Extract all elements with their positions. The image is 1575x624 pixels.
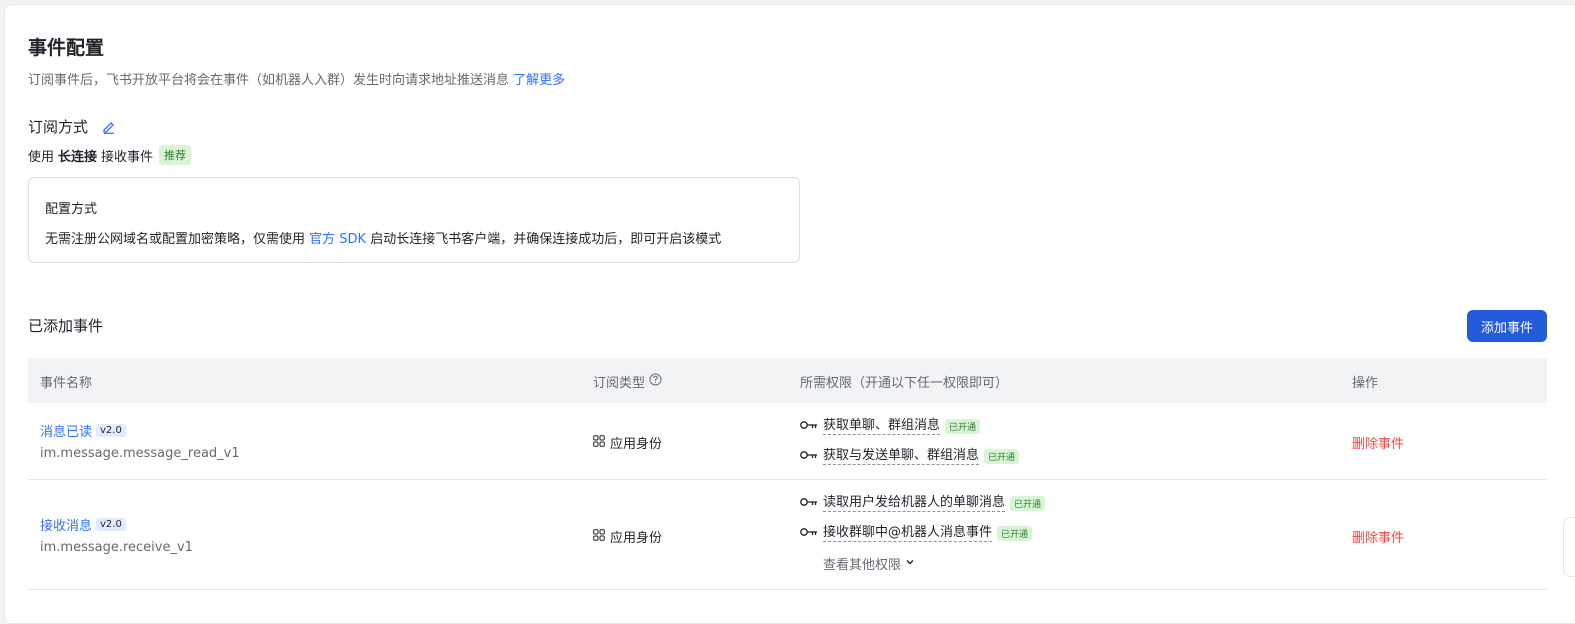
subscription-title: 订阅方式	[28, 118, 89, 136]
column-header-perms: 所需权限（开通以下任一权限即可）	[800, 376, 1009, 391]
official-sdk-link[interactable]: 官方 SDK	[309, 232, 366, 247]
app-grid-icon	[593, 528, 605, 545]
permission-item: 读取用户发给机器人的单聊消息 已开通	[800, 488, 1046, 518]
permission-label[interactable]: 获取与发送单聊、群组消息	[823, 448, 980, 465]
subscription-type: 应用身份	[593, 433, 662, 452]
event-name-cell: 消息已读 v2.0 im.message.message_read_v1	[40, 421, 240, 461]
permission-item: 获取与发送单聊、群组消息 已开通	[800, 441, 1020, 471]
side-panel-handle[interactable]	[1563, 517, 1575, 577]
version-badge: v2.0	[96, 518, 126, 531]
learn-more-link[interactable]: 了解更多	[513, 73, 565, 88]
permissions-cell: 获取单聊、群组消息 已开通 获取与发送单聊、群组消息 已开通	[800, 411, 1020, 471]
config-text-prefix: 无需注册公网域名或配置加密策略，仅需使用	[45, 232, 306, 247]
table-row: 接收消息 v2.0 im.message.receive_v1 应用身份 读取用…	[28, 480, 1547, 590]
column-header-type-label: 订阅类型	[593, 376, 646, 391]
status-badge: 已开通	[997, 525, 1033, 541]
key-icon	[800, 449, 818, 464]
permissions-cell: 读取用户发给机器人的单聊消息 已开通 接收群聊中@机器人消息事件 已开通 查看其…	[800, 488, 1046, 578]
subscription-type-label: 应用身份	[610, 531, 663, 546]
mode-prefix: 使用	[28, 149, 55, 165]
status-badge: 已开通	[1010, 495, 1046, 511]
event-key: im.message.message_read_v1	[40, 446, 240, 461]
subscription-type-label: 应用身份	[610, 437, 663, 452]
event-name: 消息已读 v2.0	[40, 421, 240, 440]
key-icon	[800, 419, 818, 434]
app-grid-icon	[593, 434, 605, 451]
edit-icon[interactable]	[102, 120, 116, 134]
add-event-button[interactable]: 添加事件	[1467, 310, 1547, 342]
event-key: im.message.receive_v1	[40, 540, 193, 555]
event-name-link[interactable]: 接收消息	[40, 515, 92, 534]
mode-name: 长连接	[58, 149, 98, 165]
event-name-link[interactable]: 消息已读	[40, 421, 92, 440]
status-badge: 已开通	[945, 418, 981, 434]
recommended-badge: 推荐	[159, 145, 192, 165]
permission-label[interactable]: 获取单聊、群组消息	[823, 418, 941, 435]
page-title: 事件配置	[28, 37, 105, 59]
delete-event-button[interactable]: 删除事件	[1352, 527, 1404, 546]
permission-item: 获取单聊、群组消息 已开通	[800, 411, 1019, 441]
event-config-card: 事件配置 订阅事件后，飞书开放平台将会在事件（如机器人入群）发生时向请求地址推送…	[4, 4, 1575, 624]
permission-item: 接收群聊中@机器人消息事件 已开通	[800, 518, 1045, 548]
chevron-down-icon	[905, 556, 915, 571]
event-name-cell: 接收消息 v2.0 im.message.receive_v1	[40, 515, 193, 555]
subscription-section-title: 订阅方式	[28, 116, 116, 137]
subscription-type: 应用身份	[593, 527, 662, 546]
key-icon	[800, 496, 818, 511]
view-more-label: 查看其他权限	[823, 557, 902, 573]
config-text-suffix: 启动长连接飞书客户端，并确保连接成功后，即可开启该模式	[370, 232, 722, 247]
table-header: 事件名称 订阅类型 所需权限（开通以下任一权限即可） 操作	[28, 358, 1547, 403]
subscription-mode-line: 使用 长连接 接收事件 推荐	[28, 145, 192, 165]
delete-event-button[interactable]: 删除事件	[1352, 433, 1404, 452]
column-header-ops: 操作	[1352, 376, 1379, 391]
events-section-title: 已添加事件	[28, 317, 104, 335]
view-more-permissions-button[interactable]: 查看其他权限	[823, 548, 1045, 578]
table-row: 消息已读 v2.0 im.message.message_read_v1 应用身…	[28, 403, 1547, 480]
event-name: 接收消息 v2.0	[40, 515, 193, 534]
description-text: 订阅事件后，飞书开放平台将会在事件（如机器人入群）发生时向请求地址推送消息	[28, 73, 510, 88]
mode-suffix: 接收事件	[101, 149, 154, 165]
column-header-name: 事件名称	[40, 376, 93, 391]
key-icon	[800, 526, 818, 541]
column-header-type: 订阅类型	[593, 372, 662, 391]
version-badge: v2.0	[96, 424, 126, 437]
page-description: 订阅事件后，飞书开放平台将会在事件（如机器人入群）发生时向请求地址推送消息 了解…	[28, 69, 565, 88]
config-info-box: 配置方式 无需注册公网域名或配置加密策略，仅需使用 官方 SDK 启动长连接飞书…	[28, 177, 800, 263]
status-badge: 已开通	[984, 448, 1020, 464]
config-title: 配置方式	[45, 202, 98, 217]
permission-label[interactable]: 读取用户发给机器人的单聊消息	[823, 495, 1006, 512]
config-text: 无需注册公网域名或配置加密策略，仅需使用 官方 SDK 启动长连接飞书客户端，并…	[45, 228, 721, 247]
help-icon[interactable]	[649, 373, 662, 390]
events-table: 事件名称 订阅类型 所需权限（开通以下任一权限即可） 操作 消息已读 v2.0 …	[28, 358, 1547, 590]
permission-label[interactable]: 接收群聊中@机器人消息事件	[823, 525, 993, 542]
